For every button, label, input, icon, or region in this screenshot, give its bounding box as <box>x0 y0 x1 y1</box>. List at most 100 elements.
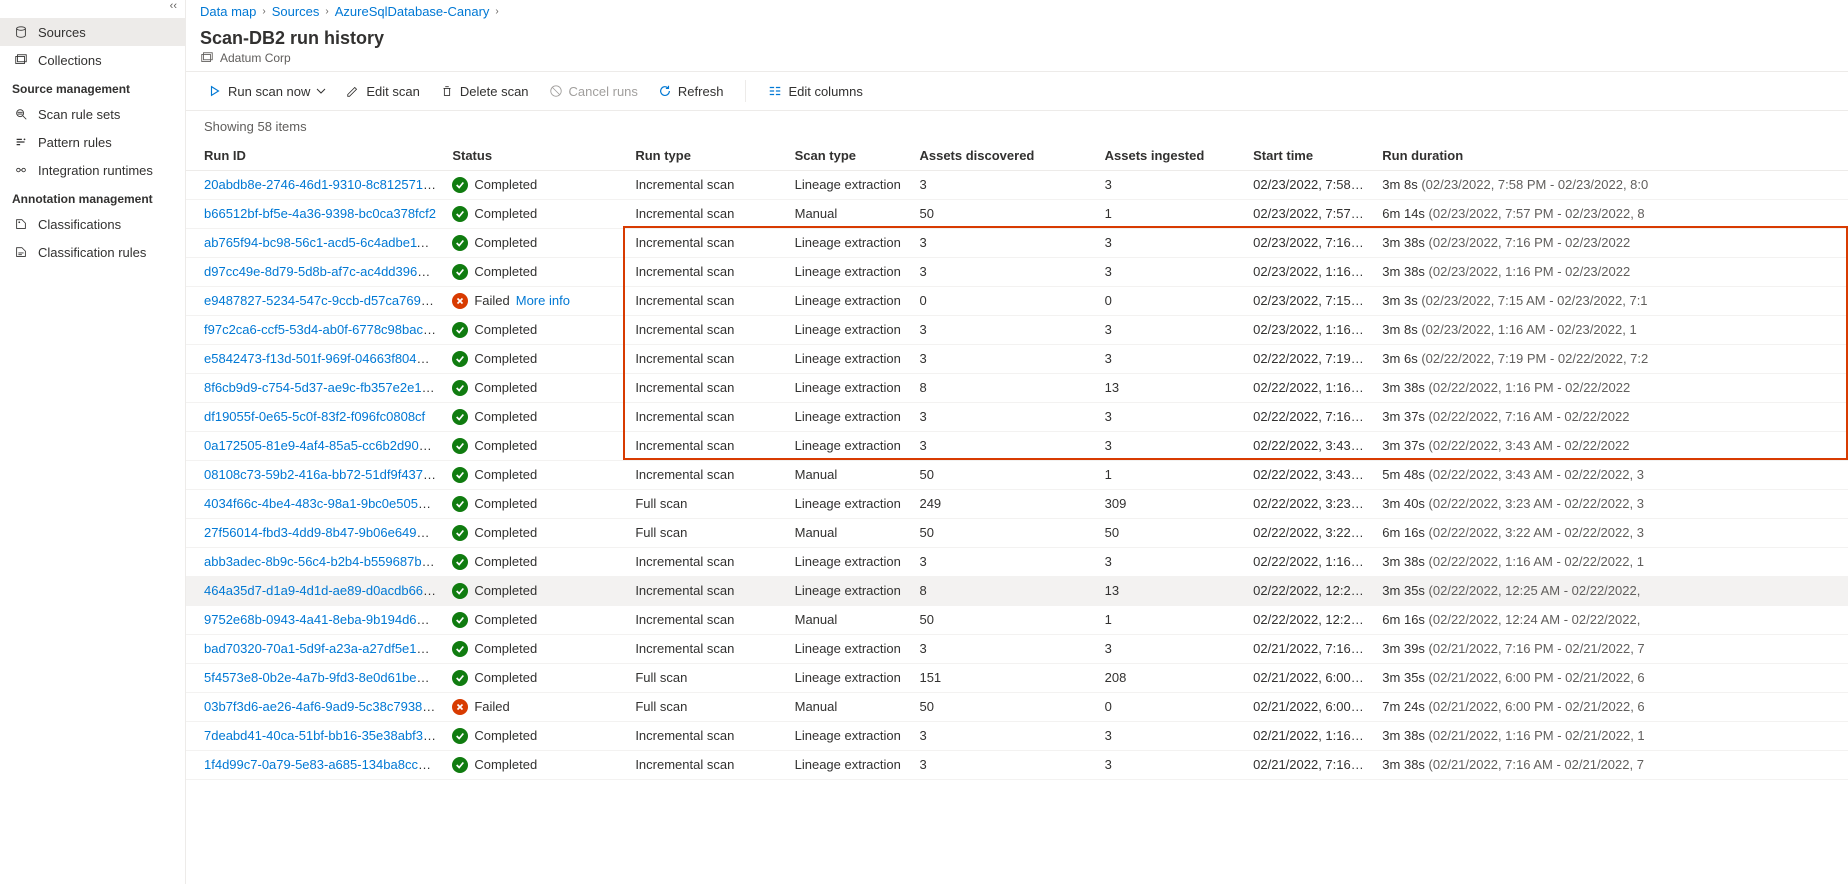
col-header-duration[interactable]: Run duration <box>1374 142 1848 170</box>
status-cell: Completed <box>452 264 619 280</box>
table-row[interactable]: f97c2ca6-ccf5-53d4-ab0f-6778c98bac37Comp… <box>186 315 1848 344</box>
table-row[interactable]: ab765f94-bc98-56c1-acd5-6c4adbe11851Comp… <box>186 228 1848 257</box>
edit-scan-button[interactable]: Edit scan <box>338 76 427 106</box>
sidebar-item-classifications[interactable]: Classifications <box>0 210 185 238</box>
start-time-cell: 02/22/2022, 7:19 PM <box>1245 344 1374 373</box>
run-id-link[interactable]: 5f4573e8-0b2e-4a7b-9fd3-8e0d61be6d30 <box>204 670 444 685</box>
table-row[interactable]: 08108c73-59b2-416a-bb72-51df9f43779a Comp… <box>186 460 1848 489</box>
run-id-link[interactable]: 4034f66c-4be4-483c-98a1-9bc0e505c04f <box>204 496 443 511</box>
run-id-link[interactable]: 20abdb8e-2746-46d1-9310-8c812571d47f <box>204 177 444 192</box>
table-row[interactable]: e5842473-f13d-501f-969f-04663f804bc0Comp… <box>186 344 1848 373</box>
status-cell: Failed <box>452 699 619 715</box>
run-id-link[interactable]: f97c2ca6-ccf5-53d4-ab0f-6778c98bac37 <box>204 322 437 337</box>
chevron-down-icon <box>316 86 326 96</box>
edit-columns-button[interactable]: Edit columns <box>760 76 870 106</box>
run-id-link[interactable]: e9487827-5234-547c-9ccb-d57ca769e94f <box>204 293 444 308</box>
table-row[interactable]: e9487827-5234-547c-9ccb-d57ca769e94f Fail… <box>186 286 1848 315</box>
run-id-link[interactable]: 1f4d99c7-0a79-5e83-a685-134ba8cc6744 <box>204 757 444 772</box>
col-header-scantype[interactable]: Scan type <box>787 142 912 170</box>
run-type-cell: Incremental scan <box>627 257 786 286</box>
run-type-cell: Incremental scan <box>627 344 786 373</box>
status-text: Failed <box>474 293 509 308</box>
check-circle-icon <box>452 409 468 425</box>
run-id-link[interactable]: b66512bf-bf5e-4a36-9398-bc0ca378fcf2 <box>204 206 436 221</box>
sidebar-item-pattern-rules[interactable]: Pattern rules <box>0 128 185 156</box>
run-id-link[interactable]: bad70320-70a1-5d9f-a23a-a27df5e151ad <box>204 641 444 656</box>
start-time-cell: 02/21/2022, 6:00 PM <box>1245 663 1374 692</box>
sidebar-item-sources[interactable]: Sources <box>0 18 185 46</box>
assets-discovered-cell: 3 <box>911 344 1096 373</box>
run-id-link[interactable]: 0a172505-81e9-4af4-85a5-cc6b2d908379 <box>204 438 444 453</box>
status-cell: Failed More info <box>452 293 619 309</box>
breadcrumb-link[interactable]: Sources <box>272 4 320 19</box>
duration-cell: 3m 38s (02/21/2022, 7:16 AM - 02/21/2022… <box>1374 750 1848 779</box>
start-time-cell: 02/22/2022, 7:16 A… <box>1245 402 1374 431</box>
start-time-cell: 02/22/2022, 12:24 … <box>1245 605 1374 634</box>
check-circle-icon <box>452 728 468 744</box>
col-header-start[interactable]: Start time <box>1245 142 1374 170</box>
table-row[interactable]: 8f6cb9d9-c754-5d37-ae9c-fb357e2e1978Comp… <box>186 373 1848 402</box>
table-row[interactable]: 464a35d7-d1a9-4d1d-ae89-d0acdb66da1dComp… <box>186 576 1848 605</box>
table-row[interactable]: 9752e68b-0943-4a41-8eba-9b194d6b723cComp… <box>186 605 1848 634</box>
duration-cell: 3m 40s (02/22/2022, 3:23 AM - 02/22/2022… <box>1374 489 1848 518</box>
sidebar-item-label: Collections <box>38 53 102 68</box>
table-row[interactable]: 1f4d99c7-0a79-5e83-a685-134ba8cc6744 Comp… <box>186 750 1848 779</box>
run-id-link[interactable]: 03b7f3d6-ae26-4af6-9ad9-5c38c7938ebf <box>204 699 440 714</box>
assets-discovered-cell: 3 <box>911 402 1096 431</box>
assets-discovered-cell: 249 <box>911 489 1096 518</box>
status-text: Completed <box>474 496 537 511</box>
integration-icon <box>12 163 30 177</box>
more-info-link[interactable]: More info <box>516 293 570 308</box>
run-id-link[interactable]: e5842473-f13d-501f-969f-04663f804bc0 <box>204 351 437 366</box>
sidebar-item-classification-rules[interactable]: Classification rules <box>0 238 185 266</box>
error-circle-icon <box>452 699 468 715</box>
status-text: Completed <box>474 757 537 772</box>
table-row[interactable]: 27f56014-fbd3-4dd9-8b47-9b06e649aba4Comp… <box>186 518 1848 547</box>
collection-icon <box>200 51 214 65</box>
run-type-cell: Incremental scan <box>627 199 786 228</box>
sidebar-item-integration-runtimes[interactable]: Integration runtimes <box>0 156 185 184</box>
run-id-link[interactable]: abb3adec-8b9c-56c4-b2b4-b559687b52b8 <box>204 554 444 569</box>
duration-cell: 3m 37s (02/22/2022, 3:43 AM - 02/22/2022 <box>1374 431 1848 460</box>
col-header-assets-discovered[interactable]: Assets discovered <box>911 142 1096 170</box>
table-row[interactable]: 4034f66c-4be4-483c-98a1-9bc0e505c04f Comp… <box>186 489 1848 518</box>
table-row[interactable]: bad70320-70a1-5d9f-a23a-a27df5e151adComp… <box>186 634 1848 663</box>
breadcrumb-link[interactable]: AzureSqlDatabase-Canary <box>335 4 490 19</box>
scan-type-cell: Lineage extraction <box>787 663 912 692</box>
table-row[interactable]: abb3adec-8b9c-56c4-b2b4-b559687b52b8Comp… <box>186 547 1848 576</box>
start-time-cell: 02/23/2022, 1:16 PM <box>1245 257 1374 286</box>
run-id-link[interactable]: 464a35d7-d1a9-4d1d-ae89-d0acdb66da1d <box>204 583 444 598</box>
table-scroll-container[interactable]: Run ID Status Run type Scan type Assets … <box>186 142 1848 884</box>
table-row[interactable]: b66512bf-bf5e-4a36-9398-bc0ca378fcf2Comp… <box>186 199 1848 228</box>
run-id-link[interactable]: ab765f94-bc98-56c1-acd5-6c4adbe11851 <box>204 235 444 250</box>
status-text: Failed <box>474 699 509 714</box>
sidebar-item-scan-rule-sets[interactable]: Scan rule sets <box>0 100 185 128</box>
scan-type-cell: Lineage extraction <box>787 576 912 605</box>
col-header-runtype[interactable]: Run type <box>627 142 786 170</box>
run-id-link[interactable]: d97cc49e-8d79-5d8b-af7c-ac4dd3961ebb <box>204 264 444 279</box>
run-id-link[interactable]: 27f56014-fbd3-4dd9-8b47-9b06e649aba4 <box>204 525 444 540</box>
table-row[interactable]: 03b7f3d6-ae26-4af6-9ad9-5c38c7938ebf Fail… <box>186 692 1848 721</box>
status-text: Completed <box>474 467 537 482</box>
run-id-link[interactable]: 08108c73-59b2-416a-bb72-51df9f43779a <box>204 467 444 482</box>
col-header-runid[interactable]: Run ID <box>186 142 444 170</box>
run-scan-button[interactable]: Run scan now <box>200 76 334 106</box>
refresh-button[interactable]: Refresh <box>650 76 732 106</box>
col-header-status[interactable]: Status <box>444 142 627 170</box>
col-header-assets-ingested[interactable]: Assets ingested <box>1097 142 1246 170</box>
table-row[interactable]: 0a172505-81e9-4af4-85a5-cc6b2d908379Comp… <box>186 431 1848 460</box>
run-id-link[interactable]: 8f6cb9d9-c754-5d37-ae9c-fb357e2e1978 <box>204 380 443 395</box>
delete-scan-button[interactable]: Delete scan <box>432 76 537 106</box>
table-row[interactable]: 7deabd41-40ca-51bf-bb16-35e38abf30e0Comp… <box>186 721 1848 750</box>
run-id-link[interactable]: 9752e68b-0943-4a41-8eba-9b194d6b723c <box>204 612 444 627</box>
table-row[interactable]: 20abdb8e-2746-46d1-9310-8c812571d47fComp… <box>186 170 1848 199</box>
run-type-cell: Incremental scan <box>627 170 786 199</box>
run-id-link[interactable]: df19055f-0e65-5c0f-83f2-f096fc0808cf <box>204 409 425 424</box>
table-row[interactable]: 5f4573e8-0b2e-4a7b-9fd3-8e0d61be6d30Comp… <box>186 663 1848 692</box>
sidebar-collapse-button[interactable]: ‹‹ <box>0 0 185 18</box>
run-id-link[interactable]: 7deabd41-40ca-51bf-bb16-35e38abf30e0 <box>204 728 444 743</box>
table-row[interactable]: df19055f-0e65-5c0f-83f2-f096fc0808cfComp… <box>186 402 1848 431</box>
table-row[interactable]: d97cc49e-8d79-5d8b-af7c-ac4dd3961ebb Comp… <box>186 257 1848 286</box>
sidebar-item-collections[interactable]: Collections <box>0 46 185 74</box>
breadcrumb-link[interactable]: Data map <box>200 4 256 19</box>
